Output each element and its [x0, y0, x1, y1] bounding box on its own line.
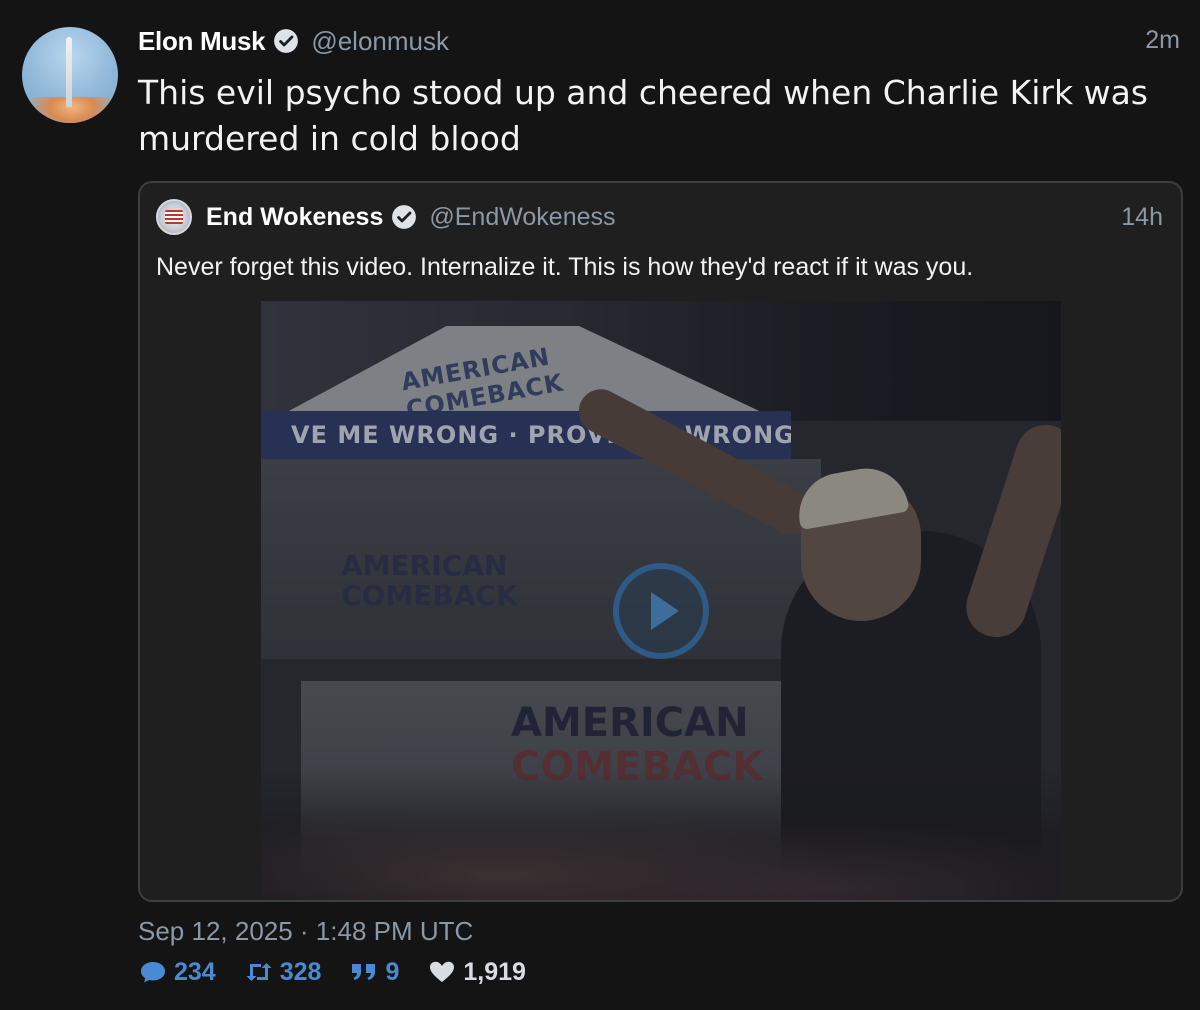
- like-count: 1,919: [463, 957, 526, 986]
- verified-badge-icon: [273, 28, 299, 54]
- retweet-stat[interactable]: 328: [244, 957, 322, 987]
- quoted-tweet-time[interactable]: 14h: [1121, 203, 1163, 232]
- play-icon[interactable]: [611, 561, 711, 661]
- author-handle[interactable]: @elonmusk: [311, 26, 449, 57]
- tweet: Elon Musk @elonmusk 2m This evil psycho …: [0, 0, 1200, 1010]
- reply-count: 234: [174, 957, 216, 986]
- quoted-author-handle[interactable]: @EndWokeness: [429, 203, 615, 232]
- tweet-header: Elon Musk @elonmusk 2m: [138, 24, 1180, 58]
- quoted-author-avatar[interactable]: [156, 199, 192, 235]
- retweet-count: 328: [279, 957, 322, 986]
- quoted-tweet[interactable]: End Wokeness @EndWokeness 14h Never forg…: [138, 181, 1183, 902]
- video-player[interactable]: AMERICAN COMEBACK VE ME WRONG · PROVE ME…: [261, 301, 1061, 900]
- quote-marks-icon: [349, 959, 379, 985]
- quote-count: 9: [385, 957, 400, 986]
- avatar-rocket: [66, 37, 72, 107]
- tweet-stats: 234 328 9 1,919: [138, 955, 554, 989]
- author-avatar[interactable]: [22, 27, 118, 123]
- retweet-icon: [244, 959, 274, 985]
- heart-icon: [427, 959, 457, 985]
- like-stat[interactable]: 1,919: [427, 958, 526, 987]
- quoted-tweet-header: End Wokeness @EndWokeness 14h: [156, 197, 1163, 237]
- tweet-date[interactable]: Sep 12, 2025 · 1:48 PM UTC: [138, 916, 473, 947]
- reply-stat[interactable]: 234: [138, 958, 216, 987]
- quoted-tweet-text: Never forget this video. Internalize it.…: [156, 253, 974, 281]
- quote-stat[interactable]: 9: [349, 958, 399, 987]
- quoted-author-name[interactable]: End Wokeness: [206, 203, 383, 232]
- verified-badge-icon: [391, 204, 417, 230]
- speech-bubble-icon: [138, 959, 168, 985]
- tweet-time[interactable]: 2m: [1145, 26, 1180, 55]
- tweet-text: This evil psycho stood up and cheered wh…: [138, 73, 1148, 158]
- avatar-plume: [32, 97, 112, 123]
- author-name[interactable]: Elon Musk: [138, 26, 266, 57]
